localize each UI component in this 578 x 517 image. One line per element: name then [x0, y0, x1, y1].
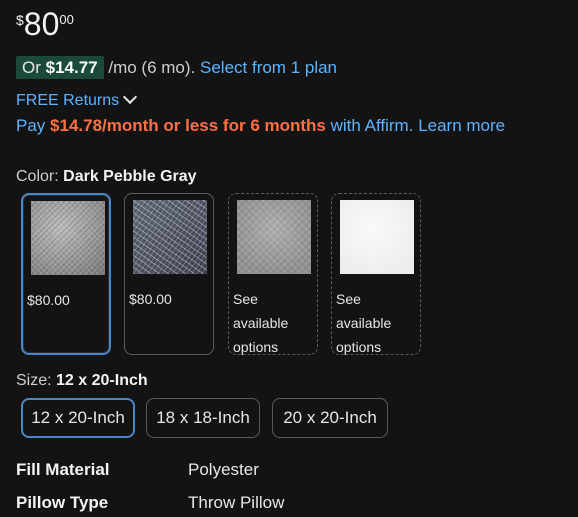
installment-amount: $14.77	[45, 58, 98, 77]
installment-pill: Or $14.77	[16, 56, 104, 79]
installment-prefix: Or	[22, 58, 41, 77]
swatch-label: See available options	[336, 291, 392, 355]
swatch-image	[237, 200, 311, 274]
size-selected-value: 12 x 20-Inch	[56, 372, 148, 389]
affirm-learn-more-link[interactable]: Learn more	[418, 116, 505, 135]
price-fraction: 00	[59, 12, 74, 27]
affirm-amount: $14.78/month or less for 6 months	[50, 116, 326, 135]
swatch-image	[133, 200, 207, 274]
select-plan-link[interactable]: Select from 1 plan	[200, 58, 337, 77]
size-label: Size: 12 x 20-Inch	[16, 372, 148, 390]
installment-offer: Or $14.77 /mo (6 mo). Select from 1 plan	[16, 56, 337, 79]
free-returns[interactable]: FREE Returns	[16, 89, 138, 110]
color-label-key: Color:	[16, 168, 59, 185]
size-label-key: Size:	[16, 372, 52, 389]
price: $8000	[16, 6, 74, 42]
affirm-offer: Pay $14.78/month or less for 6 months wi…	[16, 116, 505, 136]
installment-term: /mo (6 mo).	[108, 58, 196, 77]
spec-key: Fill Material	[16, 460, 110, 479]
size-option-18x18[interactable]: 18 x 18-Inch	[146, 398, 260, 438]
size-option-12x20[interactable]: 12 x 20-Inch	[21, 398, 135, 438]
color-swatch-1[interactable]: $80.00	[21, 193, 111, 355]
swatch-label: $80.00	[27, 292, 70, 308]
affirm-pay: Pay	[16, 116, 46, 135]
color-swatch-2[interactable]: $80.00	[124, 193, 214, 355]
affirm-suffix: with Affirm.	[330, 116, 414, 135]
color-label: Color: Dark Pebble Gray	[16, 168, 197, 186]
spec-value: Throw Pillow	[188, 493, 285, 512]
size-option-20x20[interactable]: 20 x 20-Inch	[272, 398, 388, 438]
free-returns-label[interactable]: FREE Returns	[16, 92, 119, 109]
color-swatch-4[interactable]: See available options	[331, 193, 421, 355]
swatch-label: See available options	[233, 291, 289, 355]
price-whole: 80	[23, 6, 60, 42]
chevron-down-icon[interactable]	[123, 89, 138, 105]
swatch-image	[340, 200, 414, 274]
color-selected-value: Dark Pebble Gray	[63, 168, 197, 185]
spec-value: Polyester	[188, 460, 259, 479]
color-swatch-3[interactable]: See available options	[228, 193, 318, 355]
price-symbol: $	[16, 12, 24, 28]
swatch-image	[31, 201, 105, 275]
spec-key: Pillow Type	[16, 493, 109, 512]
swatch-label: $80.00	[129, 291, 172, 307]
